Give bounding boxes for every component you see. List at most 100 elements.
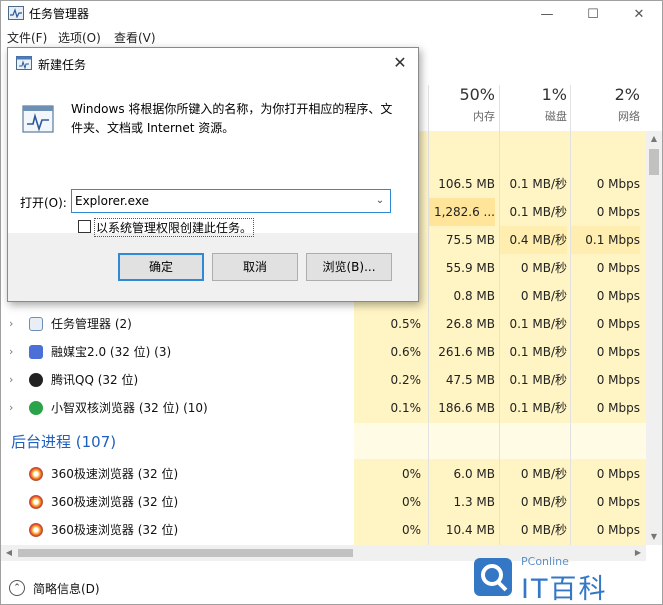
360-browser-icon — [29, 495, 43, 509]
cpu-cell: 0.5% — [390, 317, 422, 331]
chevron-up-icon[interactable]: ⌃ — [9, 580, 25, 596]
menu-options[interactable]: 选项(O) — [58, 29, 101, 46]
browse-button[interactable]: 浏览(B)... — [306, 253, 392, 281]
rongmeibao-icon — [29, 345, 43, 359]
fewer-details-link[interactable]: 简略信息(D) — [33, 580, 100, 597]
scroll-left-icon[interactable]: ◀ — [1, 545, 17, 561]
net-cell: 0 Mbps — [596, 373, 640, 387]
disk-cell: 0 MB/秒 — [520, 289, 567, 303]
net-cell: 0 Mbps — [596, 317, 640, 331]
watermark: PConline IT百科 — [471, 551, 661, 605]
process-name: 小智双核浏览器 (32 位) (10) — [51, 401, 208, 415]
disk-percent: 1% — [541, 85, 567, 104]
cpu-cell: 0% — [401, 495, 421, 509]
mem-cell: 75.5 MB — [445, 233, 495, 247]
mem-cell: 186.6 MB — [438, 401, 495, 415]
expand-chevron-icon[interactable]: › — [9, 346, 19, 358]
expand-chevron-icon[interactable]: › — [9, 402, 19, 414]
disk-cell: 0.1 MB/秒 — [509, 401, 567, 415]
cpu-cell: 0% — [401, 523, 421, 537]
net-cell: 0 Mbps — [596, 523, 640, 537]
scroll-thumb[interactable] — [18, 549, 353, 557]
mem-cell: 1,282.6 ... — [429, 198, 495, 226]
mem-cell: 106.5 MB — [438, 177, 495, 191]
mem-cell: 26.8 MB — [445, 317, 495, 331]
process-name: 融媒宝2.0 (32 位) (3) — [51, 345, 172, 359]
net-cell: 0 Mbps — [596, 261, 640, 275]
cancel-button[interactable]: 取消 — [212, 253, 298, 281]
cpu-cell: 0.1% — [390, 401, 422, 415]
process-name: 腾讯QQ (32 位) — [51, 373, 139, 387]
cpu-cell: 0.2% — [390, 373, 422, 387]
column-network[interactable]: 2% 网络 — [573, 85, 640, 131]
process-row-qq[interactable]: › 腾讯QQ (32 位) 0.2% 47.5 MB 0.1 MB/秒 0 Mb… — [1, 366, 646, 394]
scroll-up-icon[interactable]: ▲ — [646, 131, 662, 147]
net-cell: 0 Mbps — [596, 177, 640, 191]
disk-cell: 0.1 MB/秒 — [509, 177, 567, 191]
process-row-360-browser[interactable]: 360极速浏览器 (32 位) 0% 10.4 MB 0 MB/秒 0 Mbps — [1, 516, 646, 544]
expand-chevron-icon[interactable]: › — [9, 374, 19, 386]
network-label: 网络 — [618, 110, 640, 123]
cpu-cell: 0.6% — [390, 345, 422, 359]
disk-cell: 0 MB/秒 — [520, 495, 567, 509]
admin-checkbox[interactable] — [78, 220, 91, 233]
process-row-task-manager[interactable]: › 任务管理器 (2) 0.5% 26.8 MB 0.1 MB/秒 0 Mbps — [1, 310, 646, 338]
dialog-description: Windows 将根据你所键入的名称，为你打开相应的程序、文件夹、文档或 Int… — [71, 102, 393, 135]
new-task-dialog: 新建任务 ✕ Windows 将根据你所键入的名称，为你打开相应的程序、文件夹、… — [7, 47, 419, 302]
pconline-logo-icon — [474, 558, 512, 596]
cpu-cell: 0% — [401, 467, 421, 481]
process-row-rongmeibao[interactable]: › 融媒宝2.0 (32 位) (3) 0.6% 261.6 MB 0.1 MB… — [1, 338, 646, 366]
minimize-button[interactable]: — — [524, 1, 570, 27]
title-bar: 任务管理器 — ☐ ✕ — [1, 1, 662, 27]
chevron-down-icon[interactable]: ⌄ — [372, 193, 388, 209]
net-cell: 0 Mbps — [596, 467, 640, 481]
process-row-360-browser[interactable]: 360极速浏览器 (32 位) 0% 6.0 MB 0 MB/秒 0 Mbps — [1, 460, 646, 488]
disk-cell: 0.4 MB/秒 — [500, 226, 567, 254]
watermark-brand-text: IT百科 — [521, 574, 608, 605]
close-button[interactable]: ✕ — [616, 1, 662, 27]
process-name: 任务管理器 (2) — [51, 317, 132, 331]
expand-chevron-icon[interactable]: › — [9, 318, 19, 330]
disk-cell: 0 MB/秒 — [520, 467, 567, 481]
disk-cell: 0.1 MB/秒 — [509, 317, 567, 331]
network-percent: 2% — [614, 85, 640, 104]
ok-button[interactable]: 确定 — [118, 253, 204, 281]
scroll-down-icon[interactable]: ▼ — [646, 529, 662, 545]
memory-percent: 50% — [459, 85, 495, 104]
qq-icon — [29, 373, 43, 387]
net-cell: 0 Mbps — [596, 495, 640, 509]
menu-view[interactable]: 查看(V) — [114, 29, 156, 46]
360-browser-icon — [29, 467, 43, 481]
disk-cell: 0.1 MB/秒 — [509, 373, 567, 387]
task-manager-window: 任务管理器 — ☐ ✕ 文件(F) 选项(O) 查看(V) 50% 内存 1% … — [0, 0, 663, 605]
process-row-browser[interactable]: › 小智双核浏览器 (32 位) (10) 0.1% 186.6 MB 0.1 … — [1, 394, 646, 422]
process-row-360-browser[interactable]: 360极速浏览器 (32 位) 0% 1.3 MB 0 MB/秒 0 Mbps — [1, 488, 646, 516]
task-manager-icon — [8, 6, 24, 20]
heat-area-section — [354, 423, 646, 459]
vertical-scrollbar[interactable]: ▲ ▼ — [646, 131, 662, 545]
net-cell: 0 Mbps — [596, 345, 640, 359]
window-title: 任务管理器 — [29, 7, 90, 21]
open-label: 打开(O): — [20, 196, 67, 210]
maximize-button[interactable]: ☐ — [570, 1, 616, 27]
background-processes-header[interactable]: 后台进程 (107) — [11, 431, 116, 452]
mem-cell: 10.4 MB — [445, 523, 495, 537]
admin-checkbox-label[interactable]: 以系统管理权限创建此任务。 — [94, 218, 255, 237]
disk-cell: 0.1 MB/秒 — [509, 345, 567, 359]
disk-cell: 0.1 MB/秒 — [509, 205, 567, 219]
process-name: 360极速浏览器 (32 位) — [51, 467, 179, 481]
mem-cell: 6.0 MB — [453, 467, 495, 481]
process-name: 360极速浏览器 (32 位) — [51, 523, 179, 537]
browser-icon — [29, 401, 43, 415]
task-manager-icon — [29, 317, 43, 331]
open-input[interactable] — [75, 192, 365, 210]
scroll-thumb[interactable] — [649, 149, 659, 175]
mem-cell: 55.9 MB — [445, 261, 495, 275]
mem-cell: 261.6 MB — [438, 345, 495, 359]
column-disk[interactable]: 1% 磁盘 — [501, 85, 567, 131]
menu-file[interactable]: 文件(F) — [7, 29, 47, 46]
open-combobox[interactable]: ⌄ — [71, 189, 391, 213]
column-memory[interactable]: 50% 内存 — [431, 85, 495, 131]
mem-cell: 1.3 MB — [453, 495, 495, 509]
dialog-close-button[interactable]: ✕ — [386, 52, 414, 74]
